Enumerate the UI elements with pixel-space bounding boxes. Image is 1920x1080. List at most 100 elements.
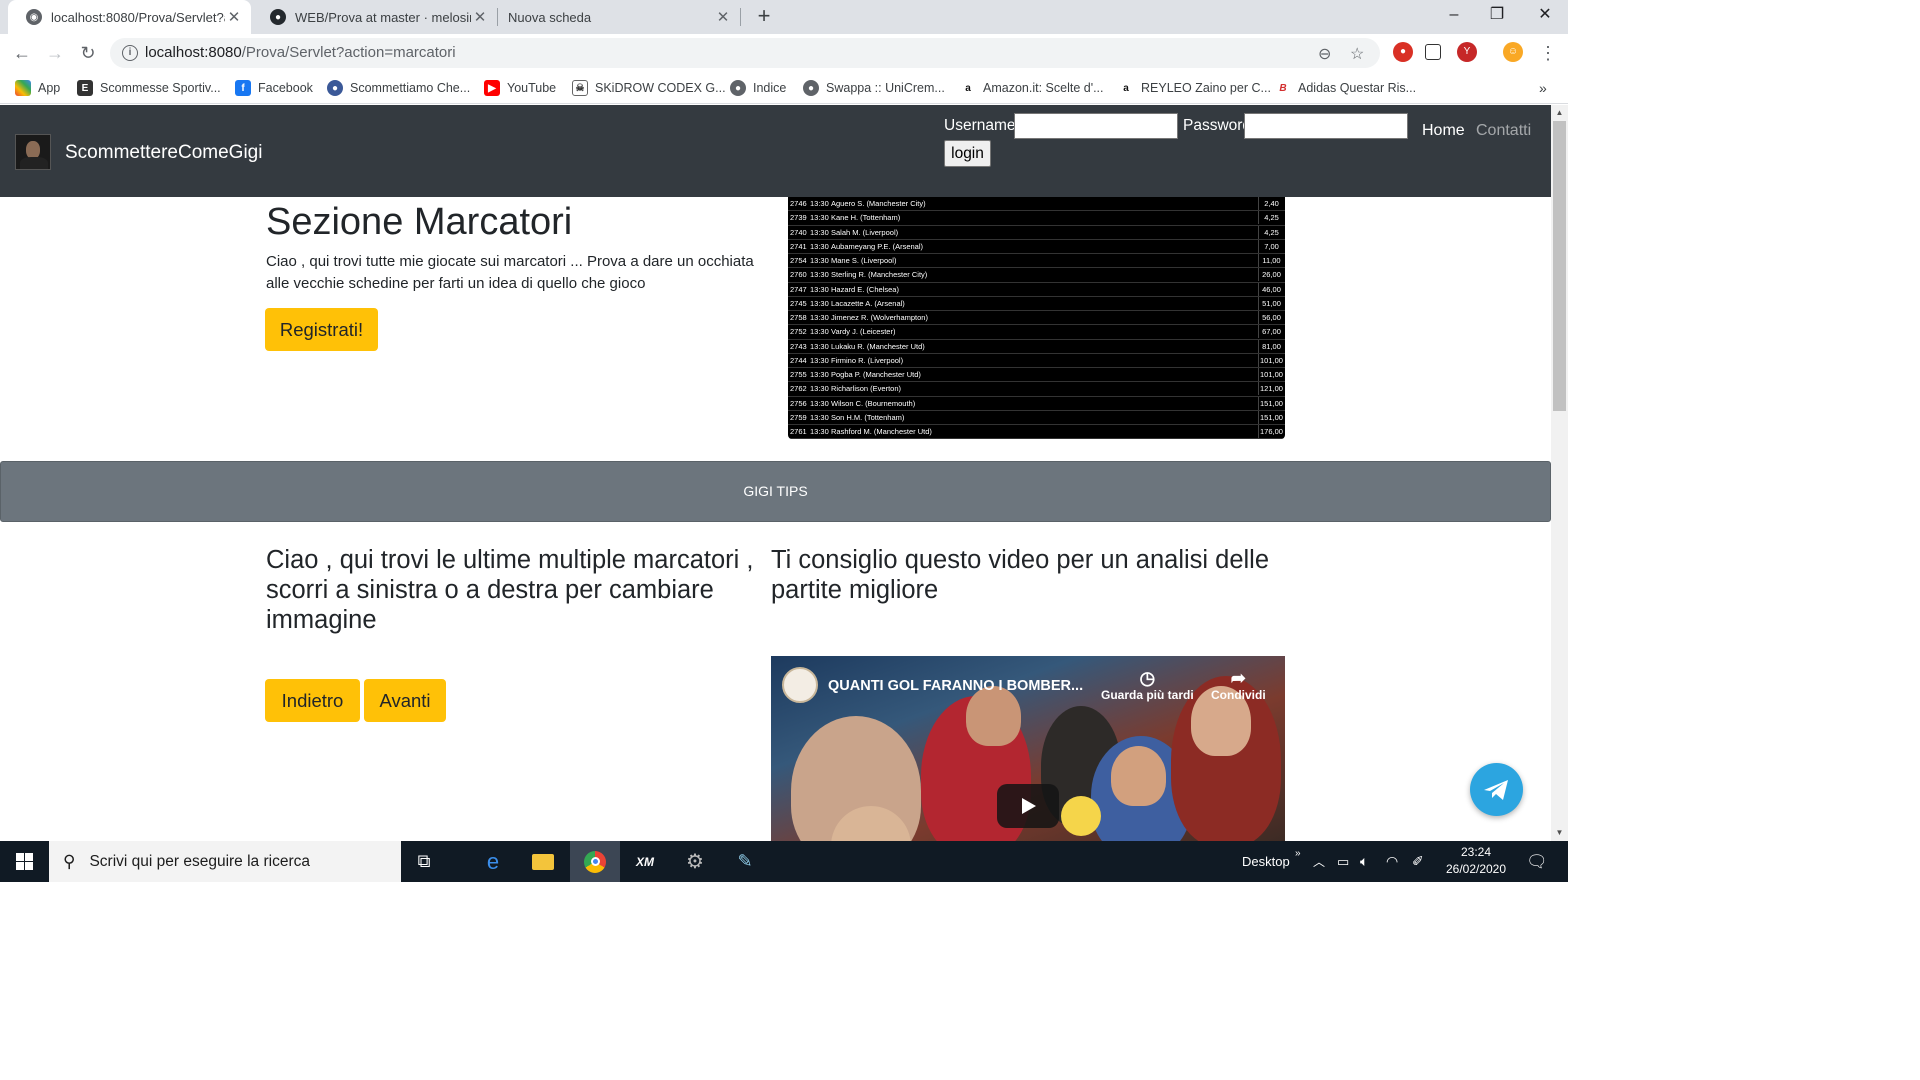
bookmark-facebook[interactable]: f Facebook [235,78,313,98]
scorer-code: 2739 [790,213,807,223]
tab-github[interactable]: ● WEB/Prova at master · melosinghi ✕ [252,0,497,34]
watch-later-button[interactable]: ◷ Guarda più tardi [1101,668,1194,702]
bookmark-youtube[interactable]: ▶ YouTube [484,78,556,98]
paper-plane-icon [1484,780,1508,800]
close-tab-icon[interactable]: ✕ [471,8,489,26]
scorer-time: 13:30 [810,284,829,294]
nav-link-contatti[interactable]: Contatti [1476,122,1531,140]
bookmark-reyleo[interactable]: a REYLEO Zaino per C... [1118,78,1271,98]
nav-link-home[interactable]: Home [1422,122,1465,140]
scorer-odds: 176,00 [1258,425,1284,438]
volume-icon[interactable]: 🔈︎ [1360,841,1368,882]
tray-overflow-icon[interactable]: » [1295,833,1301,874]
forward-button[interactable]: → [42,40,68,66]
windows-start-icon[interactable] [0,841,49,882]
address-bar[interactable]: i localhost:8080/Prova/Servlet?action=ma… [110,38,1380,68]
brand-name[interactable]: ScommettereComeGigi [65,142,262,164]
extension-cube-icon[interactable] [1425,44,1441,60]
desktop-toolbar-label[interactable]: Desktop [1242,841,1290,882]
clock-time: 23:24 [1460,845,1492,859]
prev-button[interactable]: Indietro [265,679,360,722]
register-button[interactable]: Registrati! [265,308,378,351]
next-button[interactable]: Avanti [364,679,446,722]
bookmark-app[interactable]: App [15,78,60,98]
profile-avatar-icon[interactable]: ☺ [1503,42,1523,62]
scorer-time: 13:30 [810,313,829,322]
extension-adblock-icon[interactable]: ● [1393,42,1413,62]
scorer-player: Mane S. (Liverpool) [831,256,897,265]
tab-new[interactable]: Nuova scheda ✕ [498,0,740,34]
amazon-icon: a [1118,80,1134,96]
restore-button[interactable]: ❐ [1474,0,1520,32]
tab-marcatori[interactable]: ◉ localhost:8080/Prova/Servlet?action=ma… [8,0,251,34]
username-label: Username [944,117,1016,134]
site-info-icon[interactable]: i [122,45,138,61]
notifications-icon[interactable]: 🗨︎ [1526,841,1548,882]
scorer-odds: 81,00 [1258,339,1284,353]
close-window-button[interactable]: ✕ [1522,0,1568,32]
bookmark-adidas[interactable]: B Adidas Questar Ris... [1275,78,1416,98]
file-explorer-icon[interactable] [522,841,564,882]
thumbnail-player [966,686,1021,746]
scorer-row: 2755 13:30 Pogba P. (Manchester Utd) 101,00 [788,368,1285,383]
brand-logo[interactable] [15,134,51,170]
login-button[interactable]: login [944,140,991,167]
facebook-icon: f [235,80,251,96]
video-title[interactable]: QUANTI GOL FARANNO I BOMBER... [828,678,1083,694]
page-scrollbar[interactable]: ▲ ▼ [1551,105,1568,841]
edge-icon[interactable]: e [473,841,513,882]
extension-yab-icon[interactable]: Y [1457,42,1477,62]
scorer-player: Richarlison (Everton) [831,384,902,394]
xm-app-icon[interactable]: XM [622,841,668,882]
taskbar-clock[interactable]: 23:24 26/02/2020 [1440,844,1512,878]
bookmark-swappa[interactable]: ● Swappa :: UniCrem... [803,78,945,98]
menu-icon[interactable]: ⋮ [1535,40,1561,66]
address-url[interactable]: localhost:8080/Prova/Servlet?action=marc… [145,44,456,61]
scorer-player: Rashford M. (Manchester Utd) [831,427,932,436]
gear-app-icon[interactable]: ⚙ [672,841,718,882]
channel-avatar[interactable] [782,667,818,703]
reload-button[interactable]: ↻ [75,40,101,66]
bookmark-amazon[interactable]: a Amazon.it: Scelte d'... [960,78,1104,98]
zoom-icon[interactable]: ⊖ [1318,44,1331,64]
bookmark-skidrow[interactable]: ☠ SKiDROW CODEX G... [572,78,726,98]
bookmarks-overflow-icon[interactable]: » [1539,78,1547,98]
apps-grid-icon [15,80,31,96]
bookmark-scommesse[interactable]: E Scommesse Sportiv... [77,78,221,98]
task-view-icon[interactable]: ⧉ [405,841,443,882]
username-input[interactable] [1014,113,1178,139]
scorer-code: 2754 [790,256,807,265]
youtube-video-embed[interactable]: QUANTI GOL FARANNO I BOMBER... ◷ Guarda … [771,656,1285,841]
pen-icon[interactable]: ✐ [1412,841,1424,882]
bookmark-scommettiamo[interactable]: ● Scommettiamo Che... [327,78,470,98]
scorer-time: 13:30 [810,199,829,208]
network-icon[interactable]: ◠ [1386,841,1398,882]
share-button[interactable]: ➦ Condividi [1211,668,1266,702]
scorer-code: 2755 [790,370,807,379]
new-tab-button[interactable]: + [752,4,776,28]
back-button[interactable]: ← [9,40,35,66]
play-button-icon[interactable] [997,784,1059,828]
scroll-down-arrow-icon[interactable]: ▼ [1551,825,1568,841]
scorer-row: 2759 13:30 Son H.M. (Tottenham) 151,00 [788,410,1285,425]
show-hidden-icons-icon[interactable]: ︿ [1313,841,1325,882]
battery-icon[interactable]: ▭ [1337,841,1349,882]
bookmark-indice[interactable]: ● Indice [730,78,786,98]
paint-app-icon[interactable]: ✎ [722,841,768,882]
bookmark-star-icon[interactable]: ☆ [1350,44,1364,64]
scorer-player: Hazard E. (Chelsea) [831,284,899,294]
scorer-player: Jimenez R. (Wolverhampton) [831,313,928,322]
minimize-button[interactable]: – [1431,0,1477,32]
password-input[interactable] [1244,113,1408,139]
scorer-code: 2740 [790,227,807,237]
scorer-time: 13:30 [810,213,829,223]
close-tab-icon[interactable]: ✕ [714,8,732,26]
search-icon: ⚲ [63,851,76,871]
telegram-icon[interactable] [1470,763,1523,816]
scroll-up-arrow-icon[interactable]: ▲ [1551,105,1568,121]
chrome-taskbar-icon[interactable] [570,841,620,882]
scrollbar-thumb[interactable] [1553,121,1566,411]
close-tab-icon[interactable]: ✕ [225,8,243,26]
scorer-row: 2740 13:30 Salah M. (Liverpool) 4,25 [788,225,1285,240]
taskbar-search-box[interactable]: ⚲ Scrivi qui per eseguire la ricerca [49,841,401,882]
